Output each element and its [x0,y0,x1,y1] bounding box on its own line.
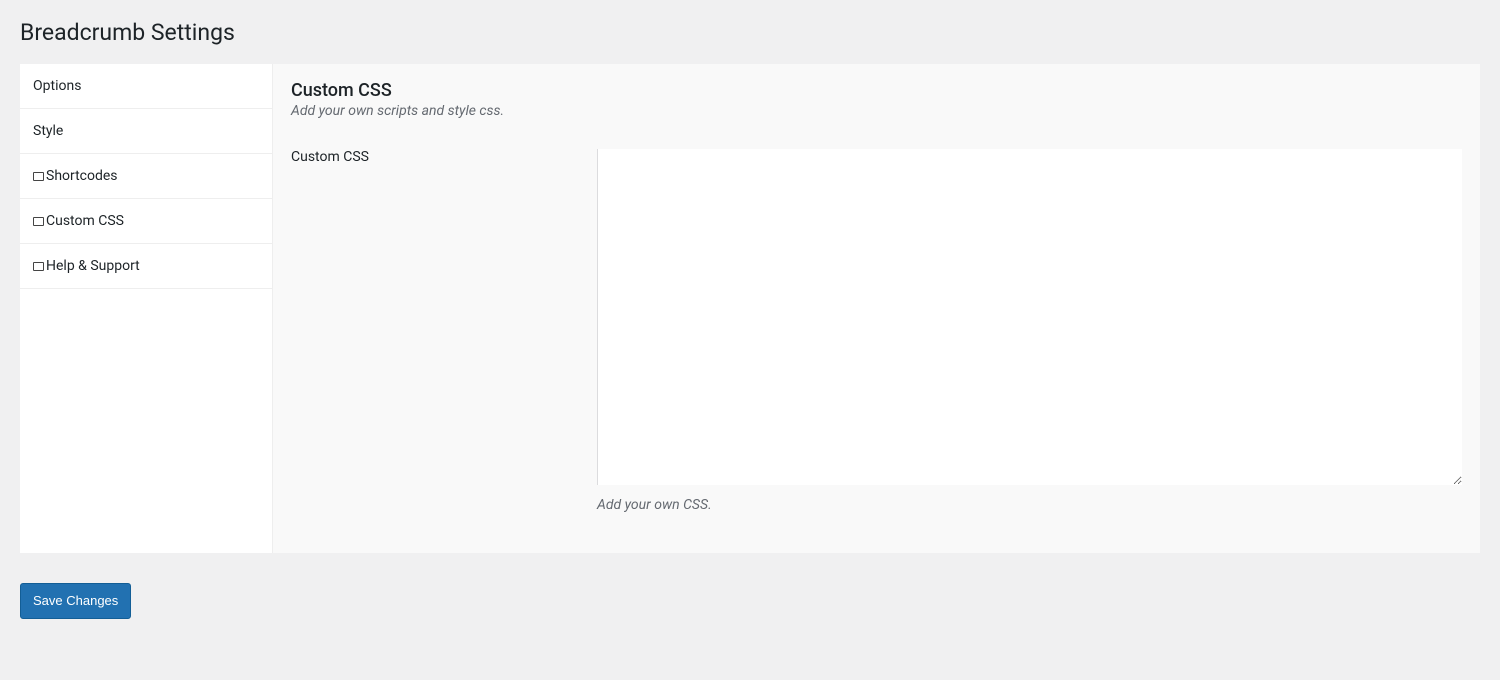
save-changes-button[interactable]: Save Changes [20,583,131,619]
tab-label: Custom CSS [46,213,124,229]
box-icon [33,172,44,181]
field-row: Custom CSS Add your own CSS. [291,149,1462,513]
tab-label: Help & Support [46,258,140,274]
tab-label: Options [33,78,81,94]
section-title: Custom CSS [291,80,1462,101]
tab-shortcodes[interactable]: Shortcodes [20,154,272,199]
box-icon [33,217,44,226]
tab-options[interactable]: Options [20,64,272,109]
tab-label: Shortcodes [46,168,118,184]
content-area: Custom CSS Add your own scripts and styl… [272,64,1480,553]
field-input-wrap: Add your own CSS. [597,149,1462,513]
tab-help-support[interactable]: Help & Support [20,244,272,289]
custom-css-textarea[interactable] [597,149,1462,485]
box-icon [33,262,44,271]
field-help-text: Add your own CSS. [597,497,1462,513]
custom-css-label: Custom CSS [291,149,597,165]
tab-style[interactable]: Style [20,109,272,154]
tab-custom-css[interactable]: Custom CSS [20,199,272,244]
section-subtitle: Add your own scripts and style css. [291,103,1462,119]
settings-container: Options Style Shortcodes Custom CSS Help… [20,64,1480,553]
tabs-sidebar: Options Style Shortcodes Custom CSS Help… [20,64,272,553]
page-title: Breadcrumb Settings [20,10,1480,50]
tab-label: Style [33,123,63,139]
